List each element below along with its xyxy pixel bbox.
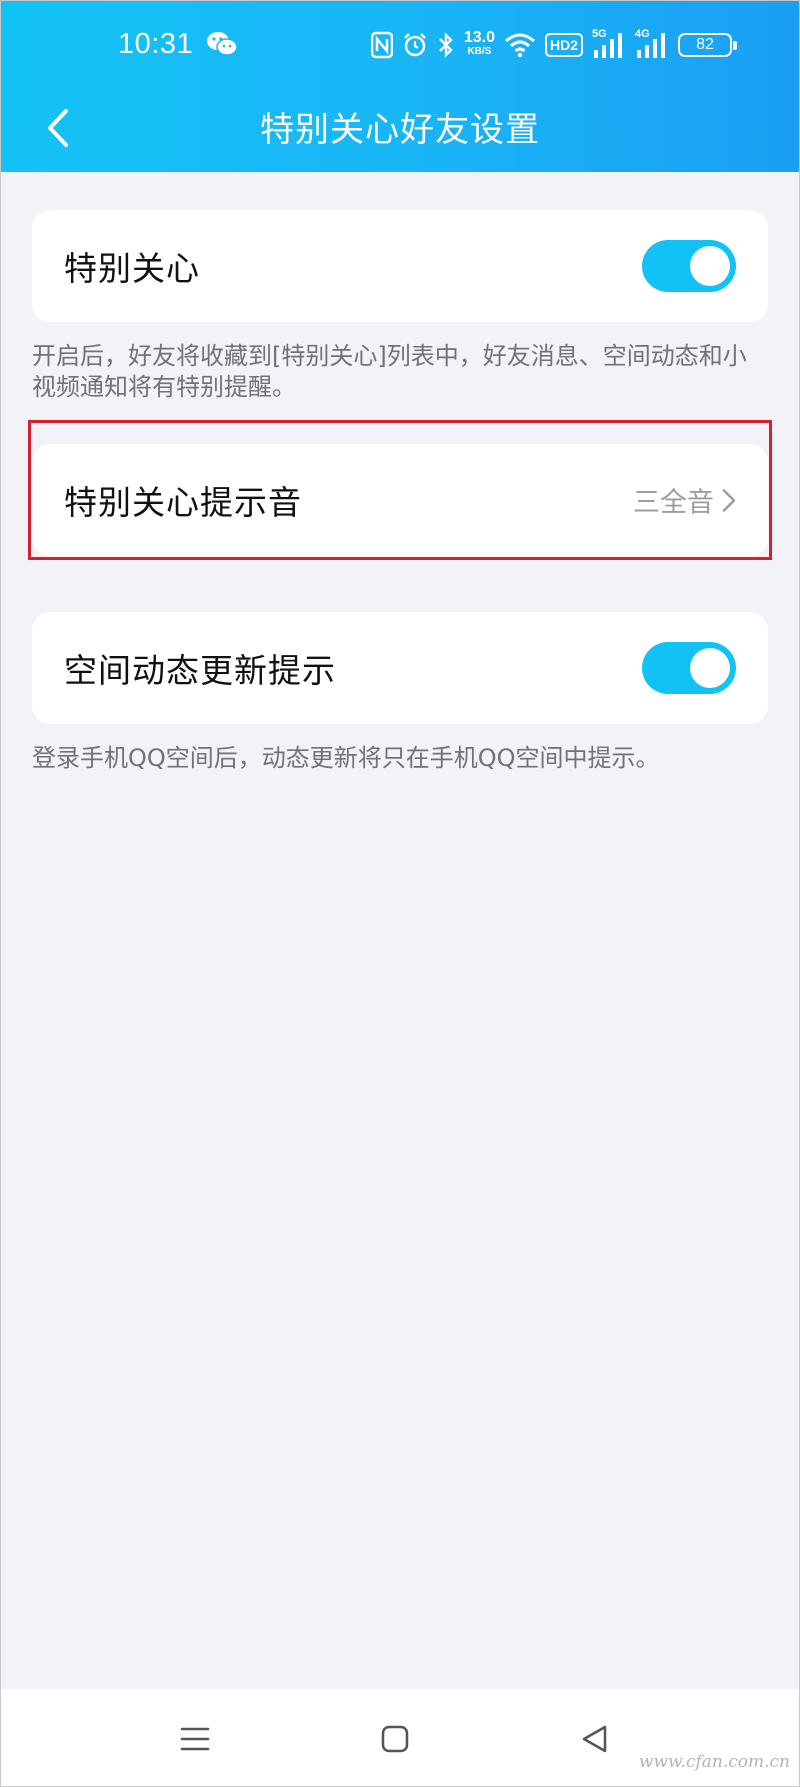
toggle-knob — [690, 648, 730, 688]
alarm-icon — [403, 33, 426, 57]
page-title: 特别关心好友设置 — [260, 110, 540, 150]
status-time: 10:31 — [118, 28, 194, 60]
qzone-updates-toggle[interactable] — [642, 642, 736, 694]
qzone-updates-hint: 登录手机QQ空间后，动态更新将只在手机QQ空间中提示。 — [32, 744, 660, 772]
tone-value: 三全音 — [633, 487, 714, 519]
nfc-icon — [370, 31, 393, 59]
battery-level: 82 — [696, 36, 714, 53]
system-nav-bar — [0, 1689, 800, 1787]
menu-icon — [180, 1727, 210, 1751]
bluetooth-icon — [438, 32, 453, 58]
qzone-updates-label: 空间动态更新提示 — [64, 651, 336, 690]
qzone-updates-card: 空间动态更新提示 — [32, 612, 768, 724]
back-triangle-icon — [582, 1725, 607, 1753]
net-speed-value: 13.0 — [463, 29, 495, 46]
chevron-right-icon — [722, 488, 736, 512]
signal-sim1: 5G — [592, 28, 626, 60]
wifi-icon — [505, 33, 535, 58]
menu-button[interactable] — [167, 1711, 223, 1767]
special-care-toggle[interactable] — [642, 240, 736, 292]
home-square-icon — [381, 1725, 409, 1753]
tone-value-group: 三全音 — [633, 481, 736, 520]
toggle-knob — [690, 246, 730, 286]
status-bar: 10:31 13.0 KB/S HD2 5G 4G 82 — [0, 0, 800, 92]
net-speed: 13.0 KB/S — [463, 29, 495, 59]
special-care-label: 特别关心 — [64, 249, 200, 288]
special-care-hint: 开启后，好友将收藏到[特别关心]列表中，好友消息、空间动态和小视频通知将有特别提… — [32, 342, 747, 401]
signal-sim2: 4G — [635, 28, 669, 60]
home-button[interactable] — [367, 1711, 423, 1767]
signal-bars-icon — [637, 33, 665, 58]
wechat-icon — [207, 32, 238, 56]
net-speed-unit: KB/S — [467, 46, 492, 57]
hd-voice-badge: HD2 — [544, 33, 583, 57]
nav-bar: 特别关心好友设置 — [0, 92, 800, 172]
status-icons: 13.0 KB/S HD2 5G 4G 82 — [370, 28, 737, 62]
special-care-card: 特别关心 — [32, 210, 768, 322]
signal-bars-icon — [594, 33, 622, 58]
system-back-button[interactable] — [567, 1711, 623, 1767]
battery-indicator: 82 — [678, 33, 737, 57]
app-header: 10:31 13.0 KB/S HD2 5G 4G 82 特别关心好友设置 — [0, 0, 800, 172]
tone-label: 特别关心提示音 — [64, 483, 302, 522]
tone-card[interactable]: 特别关心提示音 三全音 — [32, 444, 768, 556]
watermark: www.cfan.com.cn — [638, 1752, 790, 1772]
